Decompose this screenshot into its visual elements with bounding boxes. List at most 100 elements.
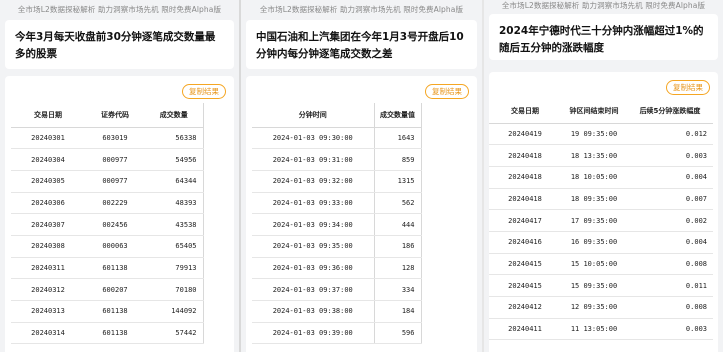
table-row: 20240311 601138 79913 — [11, 257, 204, 280]
table-cell: 000977 — [85, 148, 145, 171]
promo-banner: 全市场L2数据探秘解析 助力洞察市场先机 限时免费Alpha版 — [17, 5, 222, 14]
table-cell: 20240416 — [489, 231, 561, 254]
question-card: 中国石油和上汽集团在今年1月3号开盘后10分钟内每分钟逐笔成交数之差 — [246, 20, 477, 69]
table-cell: 000977 — [85, 170, 145, 193]
table-cell: 65405 — [145, 235, 204, 258]
table-cell: 16 09:35:00 — [561, 231, 627, 254]
table-cell: 601138 — [85, 257, 145, 280]
table-cell: 0.008 — [627, 296, 713, 319]
result-card: 复制结果 分钟时间 成交数量值 2024-01-03 09:30:00 1643 2… — [246, 76, 477, 352]
table-cell: 20240415 — [489, 253, 561, 276]
table-cell: 444 — [374, 213, 422, 236]
table-cell: 2024-01-03 09:33:00 — [252, 192, 375, 215]
column-header: 成交数量 — [145, 103, 204, 128]
table-row: 20240411 11 13:05:00 0.003 — [489, 318, 713, 341]
table-cell: 11 13:05:00 — [561, 318, 627, 341]
table-cell: 0.007 — [627, 188, 713, 211]
table-cell: 12 09:35:00 — [561, 296, 627, 319]
table-cell: 20240301 — [11, 127, 85, 150]
table-row: 20240412 12 09:35:00 0.008 — [489, 296, 713, 319]
table-row: 20240416 16 09:35:00 0.004 — [489, 231, 713, 254]
question-card: 今年3月每天收盘前30分钟逐笔成交数量最多的股票 — [5, 20, 234, 69]
table-cell: 334 — [374, 278, 422, 301]
table-row: 2024-01-03 09:35:00 186 — [252, 235, 422, 258]
column-header: 交易日期 — [11, 103, 85, 128]
table-cell: 0.008 — [627, 253, 713, 276]
table-cell: 562 — [374, 192, 422, 215]
column-header: 成交数量值 — [374, 103, 422, 128]
table-cell: 000063 — [85, 235, 145, 258]
table-body: 20240301 603019 56338 20240304 000977 54956 20… — [11, 127, 204, 345]
table-header-row: 分钟时间 成交数量值 — [252, 103, 422, 128]
table-cell: 54956 — [145, 148, 204, 171]
table-cell: 184 — [374, 300, 422, 323]
table-row: 2024-01-03 09:32:00 1315 — [252, 170, 422, 193]
table-cell: 596 — [374, 322, 422, 345]
table-cell: 15 10:05:00 — [561, 253, 627, 276]
panel-2: 全市场L2数据探秘解析 助力洞察市场先机 限时免费Alpha版 中国石油和上汽集… — [241, 0, 482, 352]
promo-banner: 全市场L2数据探秘解析 助力洞察市场先机 限时免费Alpha版 — [259, 5, 464, 14]
table-cell: 20240412 — [489, 296, 561, 319]
table-cell: 18 09:35:00 — [561, 188, 627, 211]
table-cell: 0.003 — [627, 318, 713, 341]
table-cell: 2024-01-03 09:37:00 — [252, 278, 375, 301]
table-cell: 20240304 — [11, 148, 85, 171]
panel-3: 全市场L2数据探秘解析 助力洞察市场先机 限时免费Alpha版 2024年宁德时… — [484, 0, 723, 352]
table-cell: 2024-01-03 09:38:00 — [252, 300, 375, 323]
table-row: 20240306 002229 48393 — [11, 192, 204, 215]
copy-result-button[interactable]: 复制结果 — [182, 84, 226, 99]
table-row: 20240305 000977 64344 — [11, 170, 204, 193]
table-cell: 2024-01-03 09:30:00 — [252, 127, 375, 150]
table-row: 20240307 002456 43538 — [11, 213, 204, 236]
table-cell: 20240418 — [489, 188, 561, 211]
table-row: 20240418 18 10:05:00 0.004 — [489, 166, 713, 189]
table-row: 20240314 601138 57442 — [11, 322, 204, 345]
table-row: 2024-01-03 09:30:00 1643 — [252, 127, 422, 150]
question-title: 今年3月每天收盘前30分钟逐笔成交数量最多的股票 — [15, 31, 216, 60]
table-cell: 0.002 — [627, 209, 713, 232]
column-header: 后续5分钟涨跌幅度 — [627, 99, 713, 124]
table-cell: 0.003 — [627, 144, 713, 167]
question-title: 2024年宁德时代三十分钟内涨幅超过1%的随后五分钟的涨跌幅度 — [499, 25, 704, 54]
result-table: 交易日期 钟区间结束时间 后续5分钟涨跌幅度 20240419 19 09:35:… — [489, 99, 713, 341]
column-header: 分钟时间 — [252, 103, 375, 128]
table-cell: 20240415 — [489, 274, 561, 297]
table-cell: 20240307 — [11, 213, 85, 236]
table-cell: 1643 — [374, 127, 422, 150]
table-row: 20240415 15 10:05:00 0.008 — [489, 253, 713, 276]
table-cell: 48393 — [145, 192, 204, 215]
table-cell: 20240419 — [489, 123, 561, 146]
table-cell: 128 — [374, 257, 422, 280]
table-cell: 20240313 — [11, 300, 85, 323]
question-card: 2024年宁德时代三十分钟内涨幅超过1%的随后五分钟的涨跌幅度 — [489, 14, 718, 60]
table-cell: 601138 — [85, 300, 145, 323]
table-cell: 18 10:05:00 — [561, 166, 627, 189]
table-row: 20240417 17 09:35:00 0.002 — [489, 209, 713, 232]
table-body: 20240419 19 09:35:00 0.012 20240418 18 13:35… — [489, 123, 713, 341]
table-row: 20240419 19 09:35:00 0.012 — [489, 123, 713, 146]
copy-result-button[interactable]: 复制结果 — [425, 84, 469, 99]
table-cell: 17 09:35:00 — [561, 209, 627, 232]
table-cell: 2024-01-03 09:31:00 — [252, 148, 375, 171]
table-row: 20240418 18 13:35:00 0.003 — [489, 144, 713, 167]
table-cell: 2024-01-03 09:36:00 — [252, 257, 375, 280]
table-row: 20240312 600207 70180 — [11, 278, 204, 301]
table-cell: 56338 — [145, 127, 204, 150]
result-card: 复制结果 交易日期 证券代码 成交数量 20240301 603019 56338 2… — [5, 76, 234, 352]
table-cell: 144092 — [145, 300, 204, 323]
table-row: 2024-01-03 09:34:00 444 — [252, 213, 422, 236]
table-row: 20240304 000977 54956 — [11, 148, 204, 171]
column-header: 钟区间结束时间 — [561, 99, 627, 124]
table-cell: 20240418 — [489, 166, 561, 189]
table-cell: 0.004 — [627, 231, 713, 254]
panel-1: 全市场L2数据探秘解析 助力洞察市场先机 限时免费Alpha版 今年3月每天收盘… — [0, 0, 239, 352]
table-cell: 43538 — [145, 213, 204, 236]
copy-result-button[interactable]: 复制结果 — [666, 80, 710, 95]
table-cell: 601138 — [85, 322, 145, 345]
table-cell: 20240308 — [11, 235, 85, 258]
table-cell: 1315 — [374, 170, 422, 193]
table-cell: 20240306 — [11, 192, 85, 215]
table-cell: 20240312 — [11, 278, 85, 301]
table-row: 20240415 15 09:35:00 0.011 — [489, 274, 713, 297]
table-row: 20240308 000063 65405 — [11, 235, 204, 258]
